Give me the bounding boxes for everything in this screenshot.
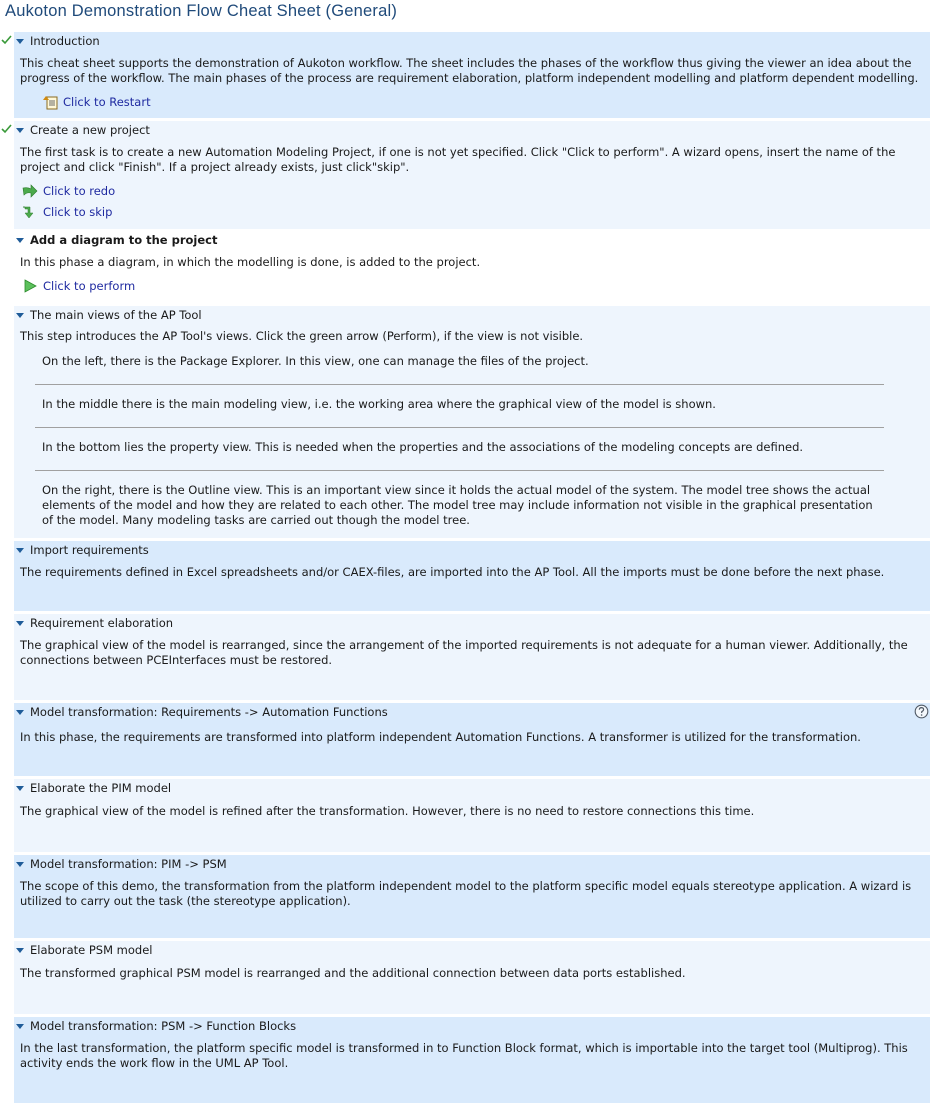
expand-collapse-icon[interactable] [15, 36, 25, 46]
perform-link[interactable]: Click to perform [22, 278, 135, 294]
section-title: Import requirements [30, 543, 149, 557]
section-header[interactable]: Model transformation: Requirements -> Au… [14, 703, 388, 721]
redo-icon [22, 184, 38, 198]
section-transform-psm-fb: Model transformation: PSM -> Function Bl… [14, 1017, 930, 1103]
section-introduction: Introduction This cheat sheet supports t… [1, 32, 930, 118]
section-description: In the last transformation, the platform… [20, 1041, 908, 1070]
section-elaborate-pim: Elaborate the PIM model The graphical vi… [14, 779, 930, 852]
expand-collapse-icon[interactable] [15, 945, 25, 955]
section-header[interactable]: Elaborate the PIM model [14, 779, 171, 797]
section-header[interactable]: Elaborate PSM model [14, 941, 152, 959]
expand-collapse-icon[interactable] [15, 310, 25, 320]
section-transform-req-af: Model transformation: Requirements -> Au… [14, 703, 930, 776]
section-description: This cheat sheet supports the demonstrat… [20, 56, 919, 85]
section-title: Elaborate PSM model [30, 943, 153, 957]
expand-collapse-icon[interactable] [15, 1021, 25, 1031]
section-header[interactable]: Create a new project [14, 121, 150, 139]
section-description: The scope of this demo, the transformati… [20, 879, 912, 908]
subitem: In the middle there is the main modeling… [42, 397, 716, 411]
section-header[interactable]: The main views of the AP Tool [14, 306, 202, 324]
section-elaborate-psm: Elaborate PSM model The transformed grap… [14, 941, 930, 1014]
section-header[interactable]: Model transformation: PIM -> PSM [14, 855, 227, 873]
section-header[interactable]: Model transformation: PSM -> Function Bl… [14, 1017, 296, 1035]
expand-collapse-icon[interactable] [15, 618, 25, 628]
section-description: The graphical view of the model is rearr… [20, 638, 908, 667]
skip-link-label: Click to skip [43, 205, 113, 219]
expand-collapse-icon[interactable] [15, 235, 25, 245]
redo-link-label: Click to redo [43, 184, 116, 198]
section-header[interactable]: Add a diagram to the project [14, 231, 217, 249]
section-header[interactable]: Import requirements [14, 541, 149, 559]
skip-icon [23, 206, 34, 219]
redo-link[interactable]: Click to redo [22, 183, 115, 199]
section-description: The first task is to create a new Automa… [20, 145, 896, 174]
section-header[interactable]: Introduction [14, 32, 100, 50]
section-create-project: Create a new project The first task is t… [1, 121, 930, 229]
restart-icon [43, 96, 58, 110]
section-main-views: The main views of the AP Tool This step … [14, 306, 930, 538]
section-description: The transformed graphical PSM model is r… [20, 966, 686, 980]
section-title: Elaborate the PIM model [30, 781, 172, 795]
section-description: The requirements defined in Excel spread… [20, 565, 885, 579]
cheat-sheet-title: Aukoton Demonstration Flow Cheat Sheet (… [5, 2, 398, 20]
section-description: The graphical view of the model is refin… [20, 804, 755, 818]
skip-link[interactable]: Click to skip [22, 204, 112, 220]
section-title: Introduction [30, 34, 100, 48]
section-title: Model transformation: PIM -> PSM [30, 857, 227, 871]
expand-collapse-icon[interactable] [15, 783, 25, 793]
help-icon[interactable] [914, 704, 929, 719]
restart-link-label: Click to Restart [63, 95, 151, 109]
section-transform-pim-psm: Model transformation: PIM -> PSM The sco… [14, 855, 930, 938]
perform-icon [24, 279, 37, 293]
section-title: Add a diagram to the project [30, 233, 218, 247]
subitem: In the bottom lies the property view. Th… [42, 440, 804, 454]
perform-link-label: Click to perform [43, 279, 136, 293]
section-description: In this phase a diagram, in which the mo… [20, 255, 481, 269]
expand-collapse-icon[interactable] [15, 125, 25, 135]
section-title: Model transformation: PSM -> Function Bl… [30, 1019, 297, 1033]
expand-collapse-icon[interactable] [15, 707, 25, 717]
section-header[interactable]: Requirement elaboration [14, 614, 173, 632]
subitem: On the left, there is the Package Explor… [42, 354, 589, 368]
section-title: The main views of the AP Tool [30, 308, 202, 322]
expand-collapse-icon[interactable] [15, 859, 25, 869]
section-description: In this phase, the requirements are tran… [20, 730, 861, 744]
section-add-diagram: Add a diagram to the project In this pha… [14, 229, 930, 303]
section-title: Create a new project [30, 123, 150, 137]
subitem-separator [35, 427, 884, 428]
subitem-separator [35, 470, 884, 471]
completed-check-icon [1, 124, 12, 134]
section-title: Model transformation: Requirements -> Au… [30, 705, 388, 719]
subitem: On the right, there is the Outline view.… [42, 483, 873, 527]
subitem-separator [35, 384, 884, 385]
section-title: Requirement elaboration [30, 616, 174, 630]
restart-link[interactable]: Click to Restart [42, 94, 151, 110]
expand-collapse-icon[interactable] [15, 545, 25, 555]
section-description: This step introduces the AP Tool's views… [20, 329, 584, 343]
completed-check-icon [1, 35, 12, 45]
section-requirement-elaboration: Requirement elaboration The graphical vi… [14, 614, 930, 700]
section-import-requirements: Import requirements The requirements def… [14, 541, 930, 611]
